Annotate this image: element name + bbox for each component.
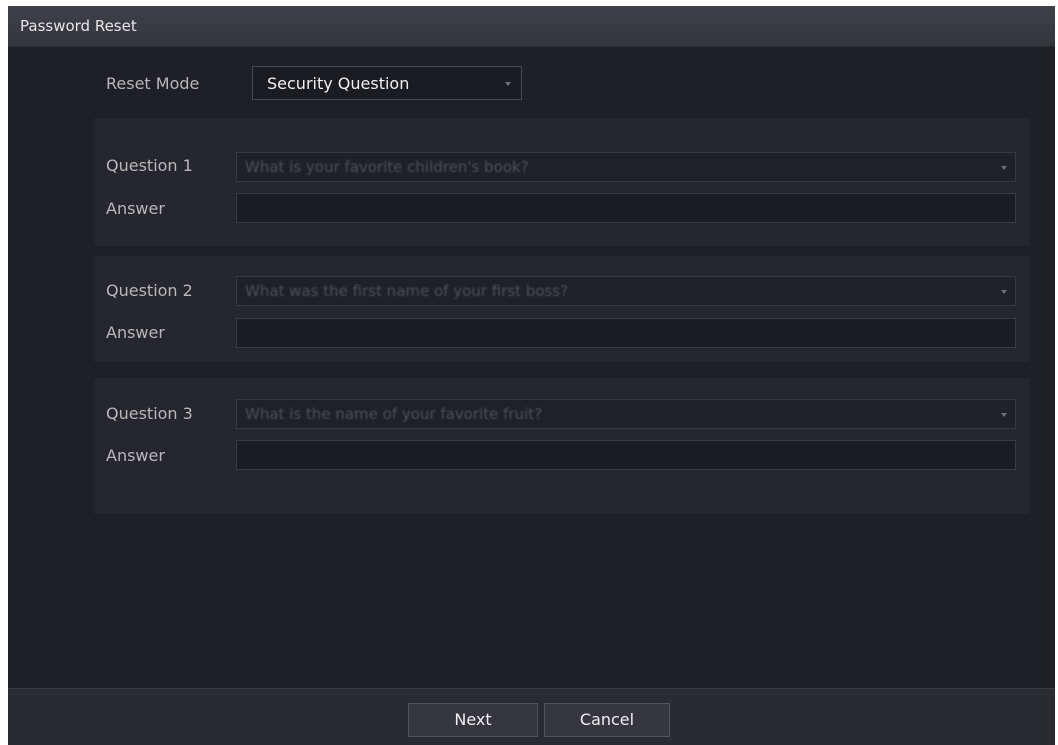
question-3-select[interactable]: What is the name of your favorite fruit? — [236, 399, 1016, 429]
question-1-text: What is your favorite children's book? — [245, 158, 529, 176]
answer-3-label: Answer — [106, 446, 165, 465]
cancel-button[interactable]: Cancel — [544, 703, 670, 737]
chevron-down-icon — [1001, 413, 1007, 417]
question-2-label: Question 2 — [106, 281, 193, 300]
question-3-text: What is the name of your favorite fruit? — [245, 405, 543, 423]
question-2-text: What was the first name of your first bo… — [245, 282, 569, 300]
chevron-down-icon — [1001, 290, 1007, 294]
question-3-label: Question 3 — [106, 404, 193, 423]
answer-2-label: Answer — [106, 323, 165, 342]
answer-1-input[interactable] — [236, 193, 1016, 223]
reset-mode-value: Security Question — [267, 74, 410, 93]
answer-1-label: Answer — [106, 199, 165, 218]
question-1-section — [94, 118, 1030, 246]
answer-3-input[interactable] — [236, 440, 1016, 470]
dialog-footer: Next Cancel — [8, 688, 1055, 745]
dialog-title: Password Reset — [20, 17, 137, 35]
password-reset-dialog: Password Reset Reset Mode Security Quest… — [8, 6, 1055, 745]
reset-mode-select[interactable]: Security Question — [252, 66, 522, 100]
question-1-label: Question 1 — [106, 156, 193, 175]
chevron-down-icon — [505, 82, 511, 86]
title-bar: Password Reset — [8, 6, 1055, 47]
question-2-select[interactable]: What was the first name of your first bo… — [236, 276, 1016, 306]
question-1-select[interactable]: What is your favorite children's book? — [236, 152, 1016, 182]
answer-2-input[interactable] — [236, 318, 1016, 348]
chevron-down-icon — [1001, 166, 1007, 170]
next-button[interactable]: Next — [408, 703, 538, 737]
reset-mode-label: Reset Mode — [106, 74, 200, 93]
